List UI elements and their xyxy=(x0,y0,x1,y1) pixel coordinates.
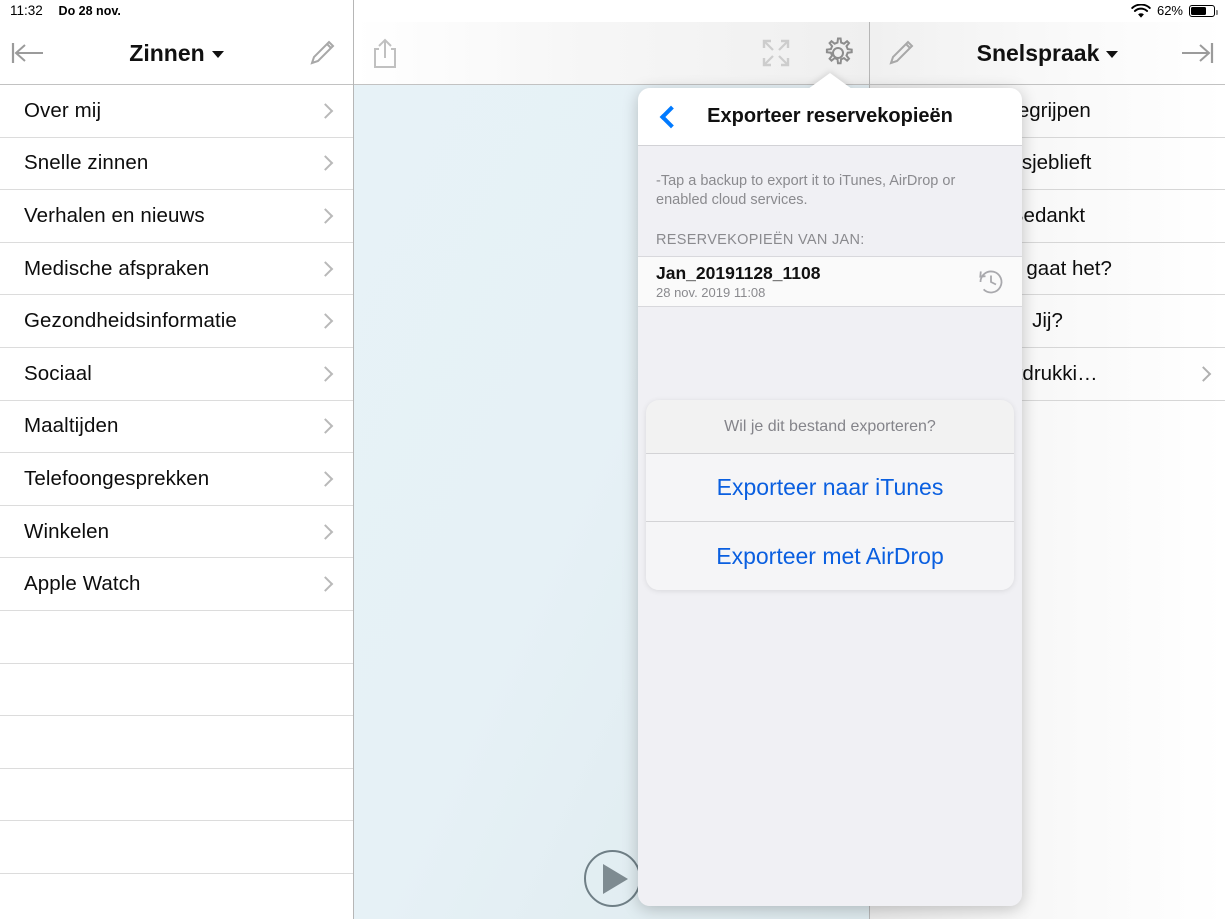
popover-body: -Tap a backup to export it to iTunes, Ai… xyxy=(638,146,1022,906)
sidebar-item-label: Sociaal xyxy=(24,361,92,385)
backup-name: Jan_20191128_1108 xyxy=(656,263,821,283)
popover-back-button[interactable] xyxy=(652,100,686,134)
left-pane: Zinnen Over mij Snelle zinnen Verhalen en … xyxy=(0,22,353,919)
chevron-right-icon xyxy=(317,576,334,592)
pencil-icon xyxy=(889,40,914,65)
sidebar-item-label: Medische afspraken xyxy=(24,256,210,280)
backup-date: 28 nov. 2019 11:08 xyxy=(656,285,766,300)
status-bar: 11:32 Do 28 nov. 62% xyxy=(0,0,1225,22)
pencil-icon xyxy=(310,40,335,65)
chevron-right-icon xyxy=(317,208,334,224)
back-button[interactable] xyxy=(0,22,62,84)
empty-list-row[interactable] xyxy=(0,874,353,919)
action-sheet-title: Wil je dit bestand exporteren? xyxy=(646,400,1014,454)
share-button[interactable] xyxy=(354,22,416,84)
chevron-right-icon xyxy=(317,260,334,277)
play-icon xyxy=(602,863,628,894)
back-chevron-icon xyxy=(659,105,683,128)
popover-arrow xyxy=(808,73,852,89)
left-panel-title-button[interactable]: Zinnen xyxy=(62,40,291,67)
chevron-right-icon xyxy=(317,523,334,540)
status-bar-left: 11:32 Do 28 nov. xyxy=(10,0,121,22)
chevron-right-icon xyxy=(1195,365,1212,382)
right-edit-button[interactable] xyxy=(870,22,932,84)
sidebar-item-label: Telefoongesprekken xyxy=(24,466,210,490)
left-toolbar: Zinnen xyxy=(0,22,353,85)
popover-title: Exporteer reservekopieën xyxy=(707,105,953,127)
empty-list-row[interactable] xyxy=(0,821,353,874)
chevron-right-icon xyxy=(317,471,334,487)
left-panel-title: Zinnen xyxy=(129,39,205,66)
backup-list-item[interactable]: Jan_20191128_1108 28 nov. 2019 11:08 xyxy=(638,256,1022,307)
quickspeak-item-label: Jij? xyxy=(1032,309,1063,333)
chevron-right-icon xyxy=(317,155,334,172)
export-backups-popover: Exporteer reservekopieën -Tap a backup t… xyxy=(638,73,1022,906)
sidebar-item-label: Snelle zinnen xyxy=(24,151,149,175)
back-arrow-icon xyxy=(11,43,43,63)
action-sheet-arrow xyxy=(818,400,850,401)
left-edit-button[interactable] xyxy=(291,22,353,84)
chevron-right-icon xyxy=(317,103,334,119)
battery-icon xyxy=(1189,5,1219,17)
app-root: 11:32 Do 28 nov. 62% Zinnen Over mij Sne… xyxy=(0,0,1225,919)
sidebar-item-label: Verhalen en nieuws xyxy=(24,203,205,227)
backups-section-header: RESERVEKOPIEËN VAN JAN: xyxy=(656,232,865,248)
sidebar-item-maaltijden[interactable]: Maaltijden xyxy=(0,401,353,454)
chevron-down-icon xyxy=(1106,50,1119,58)
gear-icon xyxy=(825,37,853,65)
sidebar-item-winkelen[interactable]: Winkelen xyxy=(0,506,353,559)
sidebar-item-apple-watch[interactable]: Apple Watch xyxy=(0,558,353,611)
sidebar-item-gezondheidsinformatie[interactable]: Gezondheidsinformatie xyxy=(0,295,353,348)
sidebar-item-snelle-zinnen[interactable]: Snelle zinnen xyxy=(0,138,353,191)
sidebar-item-label: Over mij xyxy=(24,98,102,122)
chevron-right-icon xyxy=(317,313,334,329)
expand-button[interactable] xyxy=(745,22,807,84)
sidebar-item-label: Maaltijden xyxy=(24,414,119,438)
empty-list-row[interactable] xyxy=(0,716,353,769)
export-action-sheet: Wil je dit bestand exporteren? Exporteer… xyxy=(646,400,1014,590)
play-button[interactable] xyxy=(584,850,641,907)
center-toolbar xyxy=(354,22,869,85)
status-time: 11:32 xyxy=(10,3,43,18)
forward-button[interactable] xyxy=(1163,22,1225,84)
empty-list-row[interactable] xyxy=(0,664,353,717)
history-clock-icon xyxy=(979,270,1003,293)
right-panel-title: Snelspraak xyxy=(976,39,1100,66)
sidebar-item-label: Gezondheidsinformatie xyxy=(24,309,237,333)
popover-header: Exporteer reservekopieën xyxy=(638,88,1022,146)
popover-hint: -Tap a backup to export it to iTunes, Ai… xyxy=(656,173,956,208)
chevron-down-icon xyxy=(211,50,224,58)
chevron-right-icon xyxy=(317,418,334,435)
sidebar-item-label: Winkelen xyxy=(24,519,110,543)
phrase-category-list: Over mij Snelle zinnen Verhalen en nieuws M… xyxy=(0,85,353,919)
status-date: Do 28 nov. xyxy=(58,4,121,18)
export-to-itunes-button[interactable]: Exporteer naar iTunes xyxy=(646,454,1014,522)
share-icon xyxy=(374,38,396,68)
sidebar-item-over-mij[interactable]: Over mij xyxy=(0,85,353,138)
sidebar-item-telefoongesprekken[interactable]: Telefoongesprekken xyxy=(0,453,353,506)
sidebar-item-verhalen-en-nieuws[interactable]: Verhalen en nieuws xyxy=(0,190,353,243)
wifi-icon xyxy=(1131,3,1151,19)
empty-list-row[interactable] xyxy=(0,769,353,822)
right-toolbar: Snelspraak xyxy=(870,22,1225,85)
export-with-airdrop-button[interactable]: Exporteer met AirDrop xyxy=(646,522,1014,590)
battery-percent: 62% xyxy=(1156,3,1183,18)
empty-list-row[interactable] xyxy=(0,611,353,664)
sidebar-item-label: Apple Watch xyxy=(24,572,141,596)
sidebar-item-sociaal[interactable]: Sociaal xyxy=(0,348,353,401)
status-bar-right: 62% xyxy=(1131,0,1219,22)
chevron-right-icon xyxy=(317,365,334,382)
sidebar-item-medische-afspraken[interactable]: Medische afspraken xyxy=(0,243,353,296)
right-panel-title-button[interactable]: Snelspraak xyxy=(932,40,1163,67)
forward-arrow-icon xyxy=(1182,43,1214,63)
expand-icon xyxy=(762,39,790,67)
